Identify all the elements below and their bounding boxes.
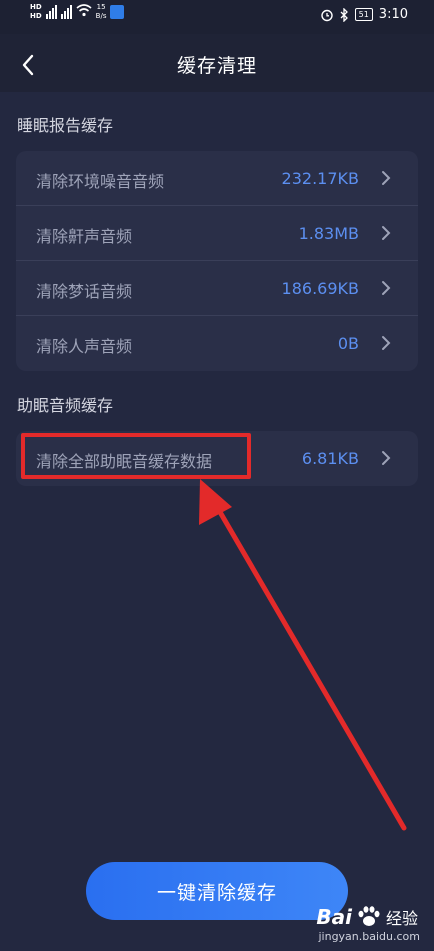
- watermark-brand: Bai: [316, 905, 352, 929]
- paw-icon: [358, 906, 380, 926]
- page-title: 缓存清理: [176, 55, 257, 77]
- row-label: 清除环境噪音音频: [36, 172, 165, 191]
- list-item-snoring[interactable]: 清除鼾声音频 1.83MB: [16, 206, 418, 261]
- row-value: 6.81KB: [301, 449, 359, 468]
- section-title-sleep-aid-audio: 助眠音频缓存: [17, 396, 114, 415]
- row-label: 清除鼾声音频: [36, 227, 133, 246]
- alarm-icon: [320, 9, 333, 21]
- sleep-report-cache-card: 清除环境噪音音频 232.17KB 清除鼾声音频 1.83MB 清除梦话音频 1…: [16, 151, 418, 371]
- status-bar: HD HD 15 B/s 51 3:10: [0, 0, 434, 34]
- list-item-clear-all-sleep-aid[interactable]: 清除全部助眠音缓存数据 6.81KB: [16, 431, 418, 486]
- status-right-group: 51 3:10: [320, 7, 408, 22]
- watermark-url: jingyan.baidu.com: [318, 930, 420, 943]
- chevron-right-icon: [382, 336, 391, 350]
- hd-badge: HD HD: [30, 3, 42, 20]
- nav-bar: 缓存清理: [0, 34, 434, 92]
- row-value: 0B: [337, 334, 359, 353]
- chevron-right-icon: [382, 451, 391, 465]
- chevron-right-icon: [382, 171, 391, 185]
- watermark-site-name: 经验: [385, 909, 418, 928]
- app-notification-icon: [110, 5, 125, 19]
- list-item-ambient-noise[interactable]: 清除环境噪音音频 232.17KB: [16, 151, 418, 206]
- row-label: 清除全部助眠音缓存数据: [36, 452, 213, 471]
- wifi-icon: [76, 4, 92, 17]
- signal-icon: [45, 3, 57, 19]
- signal-icon-2: [60, 3, 72, 19]
- chevron-right-icon: [382, 281, 391, 295]
- baidu-watermark: Bai 经验: [316, 905, 418, 929]
- row-label: 清除人声音频: [36, 337, 133, 356]
- list-item-human-voice[interactable]: 清除人声音频 0B: [16, 316, 418, 371]
- row-value: 232.17KB: [281, 169, 359, 188]
- list-item-sleep-talking[interactable]: 清除梦话音频 186.69KB: [16, 261, 418, 316]
- network-speed-value: 15: [96, 3, 106, 11]
- status-left-group: HD HD 15 B/s: [30, 3, 125, 21]
- battery-indicator: 51: [354, 8, 373, 21]
- row-label: 清除梦话音频: [36, 282, 133, 301]
- row-value: 1.83MB: [298, 224, 359, 243]
- network-speed: 15 B/s: [96, 3, 107, 21]
- clock: 3:10: [378, 7, 408, 22]
- row-value: 186.69KB: [281, 279, 359, 298]
- sleep-aid-cache-card: 清除全部助眠音缓存数据 6.81KB: [16, 431, 418, 486]
- bluetooth-icon: [340, 7, 348, 22]
- section-title-sleep-report: 睡眠报告缓存: [17, 116, 114, 135]
- chevron-right-icon: [382, 226, 391, 240]
- network-speed-unit: B/s: [95, 12, 107, 20]
- clear-all-cache-button[interactable]: 一键清除缓存: [86, 862, 348, 920]
